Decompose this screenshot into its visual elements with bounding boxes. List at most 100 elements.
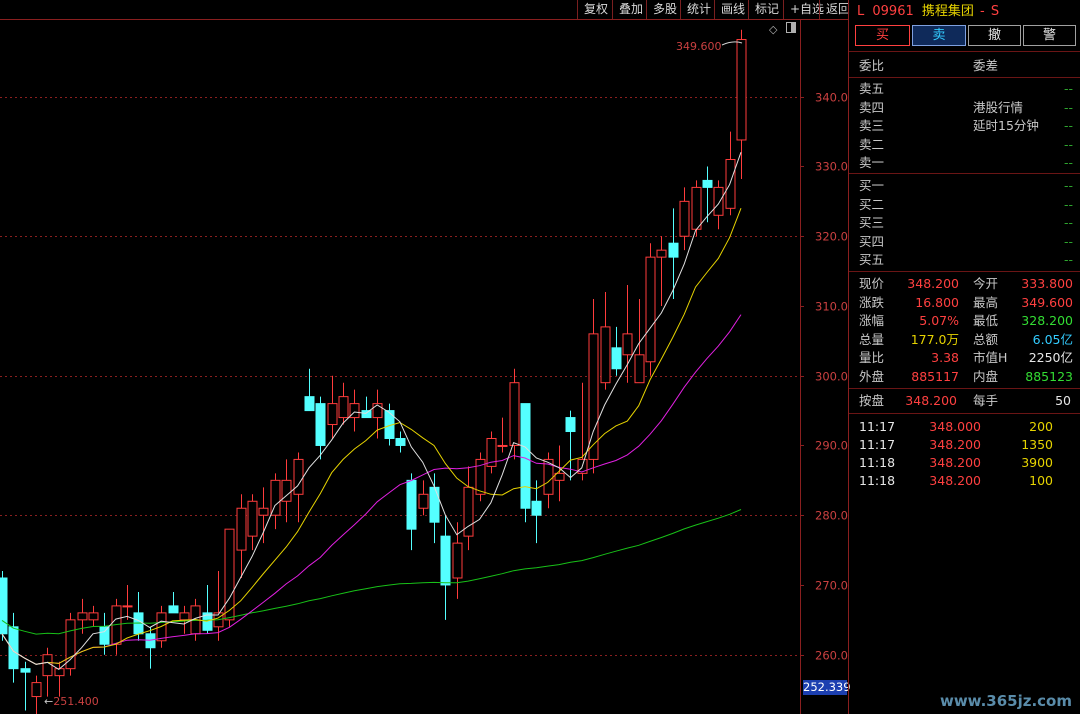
sell-level-label: 卖三 — [859, 118, 885, 133]
candle-body — [304, 396, 315, 412]
quote-label: 涨幅 — [859, 313, 885, 328]
quote-label: 总量 — [859, 331, 885, 347]
low-price-label: ←251.400 — [44, 695, 99, 708]
watermark: www.365jz.com — [939, 692, 1072, 710]
buy-level-value: -- — [1063, 178, 1073, 193]
candle-body — [497, 444, 508, 447]
quote-value: 328.200 — [1021, 313, 1073, 328]
sell-level-value: -- — [1063, 99, 1073, 115]
quote-label: 内盘 — [973, 368, 999, 384]
sell-button[interactable]: 卖 — [912, 25, 966, 46]
y-tick-label: 280.0 — [815, 509, 848, 523]
candle-body — [77, 612, 88, 621]
tick-volume: 200 — [1029, 419, 1053, 434]
candle-body — [668, 242, 679, 258]
candle-body — [645, 256, 656, 363]
candle-body — [65, 619, 76, 670]
quote-value: 348.200 — [907, 276, 959, 291]
ma10-line — [1, 208, 742, 665]
quote-value: 16.800 — [915, 294, 959, 310]
tick-volume: 3900 — [1021, 455, 1053, 470]
quote-label: 现价 — [859, 276, 885, 291]
candle-body — [179, 612, 190, 621]
quote-label: 最低 — [973, 313, 999, 328]
candle-body — [634, 354, 645, 384]
candle-body — [656, 249, 667, 258]
candle-body — [0, 577, 8, 635]
current-price-tag: 252.339 — [803, 680, 851, 695]
sell-level-label: 卖五 — [859, 81, 885, 96]
quote-value: 3.38 — [931, 350, 959, 365]
candle-body — [679, 200, 690, 237]
stock-name: 携程集团 — [921, 4, 974, 19]
candle-body — [315, 403, 326, 446]
candle-body — [395, 437, 406, 446]
quote-value: 333.800 — [1021, 276, 1073, 291]
candle-body — [736, 39, 747, 141]
tick-price: 348.200 — [929, 455, 981, 470]
sell-level-value: -- — [1063, 136, 1073, 152]
candle-body — [88, 612, 99, 621]
candle-body — [713, 186, 724, 216]
auction-value: 348.200 — [905, 393, 957, 408]
buy-level-value: -- — [1063, 215, 1073, 230]
diamond-icon[interactable]: ◇ — [769, 23, 777, 36]
stock-code: 09961 — [872, 4, 914, 19]
market-prefix: L — [857, 4, 865, 19]
candle-body — [622, 333, 633, 356]
quote-value: 349.600 — [1021, 294, 1073, 310]
order-diff-label: 委差 — [973, 58, 999, 73]
tick-price: 348.000 — [929, 419, 981, 434]
candle-body — [725, 158, 736, 209]
alert-button[interactable]: 警 — [1023, 25, 1076, 46]
divider — [849, 271, 1080, 272]
divider — [849, 77, 1080, 78]
quote-label: 量比 — [859, 350, 885, 365]
sell-level-value: -- — [1063, 155, 1073, 170]
tick-volume: 100 — [1029, 473, 1053, 488]
sell-level-note: 延时15分钟 — [973, 118, 1039, 133]
current-price-value: 252.339 — [803, 680, 851, 694]
cancel-order-button[interactable]: 撤 — [968, 25, 1021, 46]
candle-body — [531, 500, 542, 516]
candle-body — [8, 626, 19, 670]
candle-body — [452, 542, 463, 579]
buy-level-label: 买二 — [859, 196, 885, 212]
y-tick-label: 340.0 — [815, 91, 848, 105]
buy-button[interactable]: 买 — [855, 25, 910, 46]
sell-level-label: 卖四 — [859, 99, 885, 115]
candle-body — [406, 479, 417, 530]
buy-level-label: 买四 — [859, 233, 885, 249]
divider — [849, 173, 1080, 174]
candle-body — [565, 417, 576, 433]
candle-body — [258, 507, 269, 516]
quote-value: 885123 — [1025, 368, 1073, 384]
auction-label: 按盘 — [859, 393, 885, 408]
quote-label: 涨跌 — [859, 294, 885, 310]
quote-value: 2250亿 — [1028, 350, 1073, 365]
candle-body — [509, 382, 520, 446]
candle-body — [145, 633, 156, 649]
kline-chart[interactable]: 340.0 330.0 320.0 310.0 300.0 290.0 280.0 270.0… — [0, 0, 848, 714]
stock-header: L 09961 携程集团 - S — [857, 4, 1000, 19]
buy-level-label: 买一 — [859, 178, 885, 193]
panel-toggle-icon[interactable] — [786, 22, 796, 33]
lot-size-value: 50 — [1055, 393, 1071, 408]
stock-suffix: S — [990, 4, 1000, 19]
tick-price: 348.200 — [929, 473, 981, 488]
candle-body — [168, 605, 179, 614]
candle-body — [293, 458, 304, 495]
quote-value: 177.0万 — [910, 331, 959, 347]
candle-body — [54, 668, 65, 677]
high-price-label: 349.600 — [676, 40, 722, 53]
lot-size-label: 每手 — [973, 393, 999, 408]
y-tick-label: 300.0 — [815, 370, 848, 384]
y-tick-label: 310.0 — [815, 300, 848, 314]
quote-value: 885117 — [911, 368, 959, 384]
quote-value: 5.07% — [919, 313, 959, 328]
divider — [849, 413, 1080, 414]
candle-body — [702, 179, 713, 188]
candle-body — [31, 682, 42, 698]
tick-price: 348.200 — [929, 437, 981, 452]
y-tick-label: 290.0 — [815, 439, 848, 453]
